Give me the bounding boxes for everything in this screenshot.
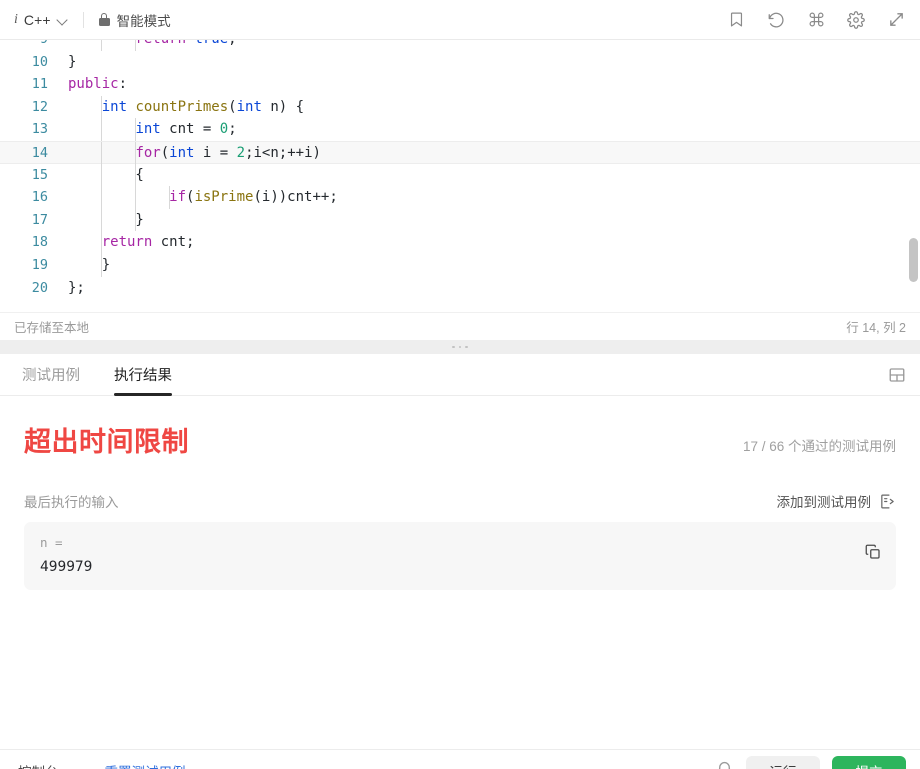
add-to-testcase-button[interactable]: 添加到测试用例 [777,491,897,511]
code-line[interactable]: 20}; [0,277,920,300]
chevron-up-icon [64,765,75,769]
code-line-text: return true; [68,40,236,51]
editor-toolbar-actions [726,10,906,30]
input-variable-value: 499979 [40,559,93,575]
add-to-testcase-icon [879,493,896,510]
code-line-text: public: [68,76,128,93]
code-line-text: if(isPrime(i))cnt++; [169,189,338,206]
code-line-text: { [68,166,144,183]
code-line[interactable]: 11 public: [0,73,920,96]
code-line-text: } [68,211,144,228]
line-number: 15 [31,166,48,183]
code-line[interactable]: 17 } [0,208,920,232]
line-number: 18 [31,234,48,251]
line-number: 12 [31,98,48,115]
line-number: 20 [31,279,48,296]
line-number: 10 [31,53,48,70]
cursor-position-label: 行 14, 列 2 [846,321,906,335]
line-number: 14 [31,144,48,161]
line-number: 13 [31,121,48,138]
bookmark-icon[interactable] [726,10,746,30]
history-undo-icon[interactable] [766,10,786,30]
code-line[interactable]: 9 return true; [0,40,920,51]
code-line-text: return cnt; [101,234,195,251]
run-button[interactable]: 运行 [746,755,820,769]
copy-icon[interactable] [864,543,882,561]
result-panel: 测试用例 执行结果 超出时间限制 17 / 66 个通过的测试用例 最后执行的输… [0,354,920,769]
gear-icon[interactable] [846,10,866,30]
code-line[interactable]: 12 int countPrimes(int n) { [0,95,920,119]
code-line[interactable]: 15 { [0,163,920,187]
language-label: C++ [23,11,51,28]
bottom-bar-actions: 运行 提交 [715,755,906,769]
line-number: 9 [0,40,48,51]
code-line[interactable]: 18 return cnt; [0,231,920,254]
code-vertical-scrollbar[interactable] [909,238,918,282]
smart-mode-label: 智能模式 [116,13,171,29]
console-toggle[interactable]: 控制台 [18,761,75,769]
code-line-text: } [68,256,111,273]
line-number: 17 [31,211,48,228]
editor-statusbar: 已存储至本地 行 14, 列 2 [0,312,920,340]
submit-button[interactable]: 提交 [832,755,906,769]
code-line[interactable]: 16 if(isPrime(i))cnt++; [0,186,920,209]
code-line-text: for(int i = 2;i<n;++i) [135,144,321,161]
panel-splitter[interactable] [0,340,920,354]
reset-testcases-button[interactable]: 重置测试用例 [105,761,186,769]
command-key-icon[interactable] [806,10,826,30]
verdict-row: 超出时间限制 17 / 66 个通过的测试用例 [24,420,896,459]
bottom-action-bar: 控制台 重置测试用例 运行 提交 [0,749,920,769]
code-line[interactable]: 10} [0,51,920,74]
code-lines-container: 9 return true;10}11public:12 int countPr… [0,40,920,299]
last-input-label: 最后执行的输入 [24,495,119,510]
verdict-status: 超出时间限制 [24,427,189,457]
code-line-text: int countPrimes(int n) { [101,98,305,115]
toolbar-divider [82,11,84,28]
drag-handle-dot [452,345,455,349]
code-line[interactable]: 13 int cnt = 0; [0,118,920,141]
info-italic-icon: i [14,11,18,27]
code-line-text: }; [68,279,85,296]
chevron-down-icon [57,14,69,26]
code-line-text: } [68,53,77,70]
passed-testcase-count: 17 / 66 个通过的测试用例 [742,439,896,454]
smart-mode-toggle[interactable]: 智能模式 [98,10,171,30]
result-tabs: 测试用例 执行结果 [0,354,920,396]
console-label: 控制台 [18,761,59,769]
input-variable-label: n = [40,535,63,550]
last-input-box[interactable]: n = 499979 [24,522,896,590]
editor-toolbar: i C++ 智能模式 [0,0,920,40]
line-number: 19 [31,256,48,273]
panel-layout-icon[interactable] [888,366,906,384]
add-to-testcase-label: 添加到测试用例 [776,495,872,510]
notification-bell-icon[interactable] [715,761,734,769]
last-input-header: 最后执行的输入 添加到测试用例 [24,491,896,511]
result-body: 超出时间限制 17 / 66 个通过的测试用例 最后执行的输入 添加到测试用例 … [0,396,920,769]
tab-testcases[interactable]: 测试用例 [22,354,80,396]
language-selector[interactable]: i C++ [14,12,69,28]
lock-icon [98,12,111,27]
code-editor[interactable]: 9 return true;10}11public:12 int countPr… [0,40,920,312]
tab-execution-result[interactable]: 执行结果 [114,354,172,396]
save-status-label: 已存储至本地 [14,321,90,335]
drag-handle-dot [458,345,462,349]
code-line-text: int cnt = 0; [135,121,237,138]
code-line[interactable]: 19 } [0,253,920,277]
drag-handle-dot [465,345,468,349]
code-line[interactable]: 14 for(int i = 2;i<n;++i) [0,140,920,165]
line-number: 16 [31,189,48,206]
line-number: 11 [31,76,48,93]
expand-fullscreen-icon[interactable] [886,10,906,30]
leetcode-editor-window: i C++ 智能模式 10} 11 public: 12 int countP… [0,0,920,769]
